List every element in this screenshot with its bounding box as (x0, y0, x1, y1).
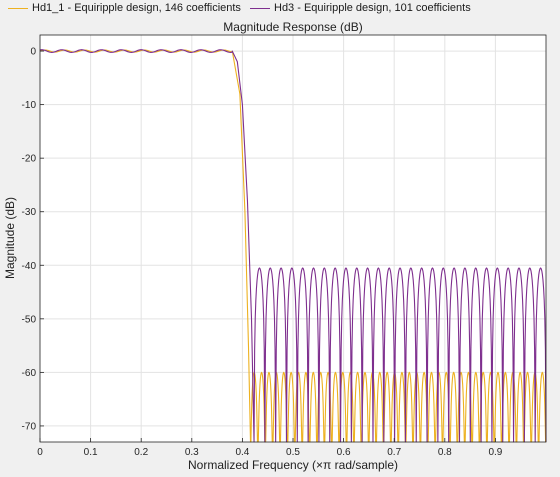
x-tick-label: 0.8 (438, 447, 452, 458)
x-axis-label: Normalized Frequency (×π rad/sample) (188, 458, 398, 472)
y-tick-label: -60 (22, 368, 37, 379)
y-tick-label: 0 (30, 47, 36, 58)
x-tick-label: 0.1 (84, 447, 98, 458)
y-tick-label: -70 (22, 421, 37, 432)
x-tick-label: 0.6 (337, 447, 351, 458)
magnitude-response-chart[interactable]: 0 0.1 0.2 0.3 0.4 0.5 0.6 0.7 0.8 0.9 0 -10 -20 -30 -4… (0, 0, 560, 477)
y-axis-label: Magnitude (dB) (3, 197, 17, 279)
y-tick-label: -40 (22, 261, 37, 272)
y-tick-label: -10 (22, 100, 37, 111)
x-tick-label: 0 (37, 447, 43, 458)
x-tick-label: 0.5 (286, 447, 300, 458)
x-tick-label: 0.9 (488, 447, 502, 458)
x-tick-label: 0.2 (134, 447, 148, 458)
x-tick-label: 0.7 (387, 447, 401, 458)
y-tick-label: -20 (22, 154, 37, 165)
y-tick-label: -30 (22, 207, 37, 218)
x-tick-label: 0.4 (235, 447, 249, 458)
y-tick-label: -50 (22, 314, 37, 325)
x-tick-label: 0.3 (185, 447, 199, 458)
chart-title: Magnitude Response (dB) (223, 20, 362, 34)
